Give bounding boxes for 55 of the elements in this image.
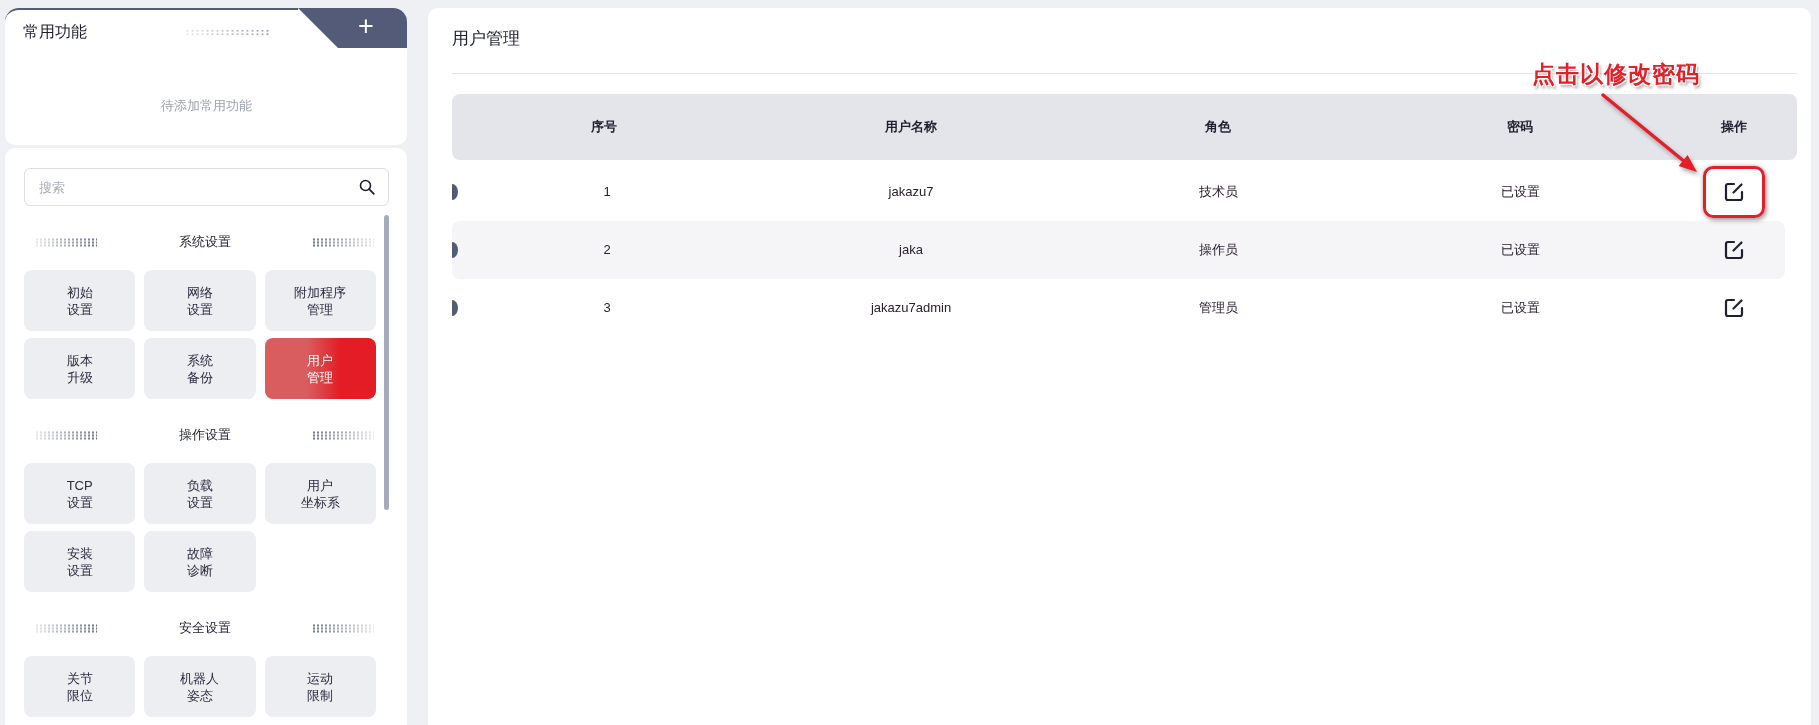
- menu-tile[interactable]: 用户 管理: [264, 338, 376, 399]
- menu-tile[interactable]: 用户 坐标系: [264, 463, 376, 524]
- menu-tile[interactable]: 运动 限制: [264, 656, 376, 717]
- dot-grid-icon: [35, 623, 97, 633]
- table-cell-text: 已设置: [1499, 183, 1541, 201]
- table-cell-text: 管理员: [1197, 299, 1239, 317]
- table-cell-text: jakazu7: [887, 183, 935, 201]
- menu-tile[interactable]: 负载 设置: [144, 463, 256, 524]
- table-cell-text: 已设置: [1499, 299, 1541, 317]
- scrollbar-thumb[interactable]: [384, 215, 389, 510]
- table-cell-text: 操作员: [1197, 241, 1239, 259]
- menu-tile[interactable]: 安装 设置: [24, 531, 136, 592]
- table-cell-text: jakazu7admin: [869, 299, 953, 317]
- column-header: 操作: [1719, 118, 1748, 136]
- menu-tile[interactable]: 版本 升级: [24, 338, 136, 399]
- menu-tile[interactable]: TCP 设置: [24, 463, 136, 524]
- row-marker-icon: [452, 242, 458, 258]
- menu-tile[interactable]: 机器人 姿态: [144, 656, 256, 717]
- edit-icon: [1723, 240, 1744, 260]
- edit-icon: [1723, 182, 1744, 202]
- dot-grid-icon: [35, 430, 97, 440]
- table-cell-text: 技术员: [1197, 183, 1239, 201]
- dot-grid-icon: [35, 237, 97, 247]
- add-button[interactable]: +: [298, 8, 407, 48]
- column-header: 序号: [590, 118, 618, 136]
- menu-tile[interactable]: 初始 设置: [24, 270, 136, 331]
- section-title: 系统设置: [178, 233, 231, 251]
- menu-tile[interactable]: 关节 限位: [24, 656, 136, 717]
- menu-tile[interactable]: 故障 诊断: [144, 531, 256, 592]
- dot-grid-icon: [312, 623, 374, 633]
- dot-grid-icon: [312, 237, 374, 247]
- menu-tile[interactable]: 网络 设置: [144, 270, 256, 331]
- empty-hint: 待添加常用功能: [160, 97, 252, 115]
- table-cell-text: 3: [602, 299, 612, 317]
- search-icon: [359, 179, 375, 195]
- column-header: 密码: [1506, 118, 1534, 136]
- callout-text: 点击以修改密码: [1532, 60, 1700, 88]
- page-title: 用户管理: [452, 29, 520, 48]
- dot-grid-icon: [312, 430, 374, 440]
- column-header: 用户名称: [884, 118, 938, 136]
- table-cell-text: jaka: [897, 241, 924, 259]
- table-cell-text: 1: [602, 183, 612, 201]
- edit-icon: [1723, 298, 1744, 318]
- table-cell-text: 2: [602, 241, 612, 259]
- search-field[interactable]: 搜索: [24, 168, 389, 206]
- dot-grid-icon: [185, 28, 271, 36]
- menu-tile[interactable]: 系统 备份: [144, 338, 256, 399]
- row-marker-icon: [452, 184, 458, 200]
- menu-tile[interactable]: 附加程序 管理: [264, 270, 376, 331]
- row-marker-icon: [452, 300, 458, 316]
- favorites-title: 常用功能: [23, 22, 87, 42]
- column-header: 角色: [1204, 118, 1232, 136]
- section-title: 操作设置: [178, 426, 231, 444]
- section-title: 安全设置: [178, 619, 231, 637]
- table-cell-text: 已设置: [1499, 241, 1541, 259]
